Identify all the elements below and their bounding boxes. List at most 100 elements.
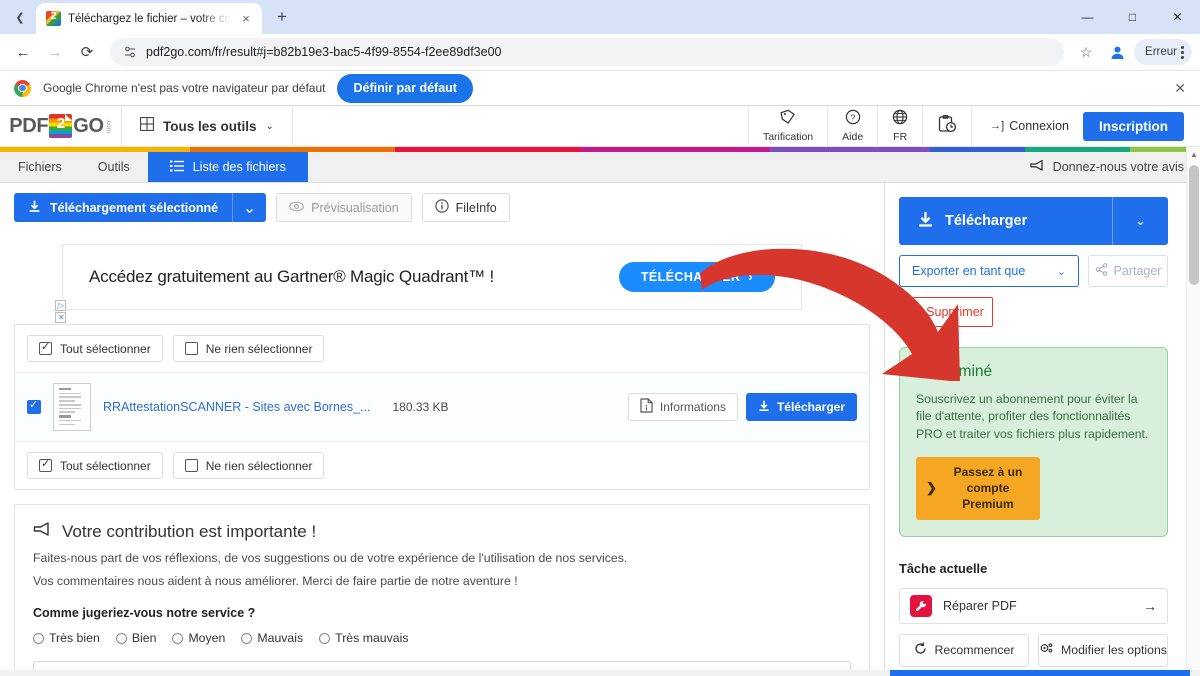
chevron-down-icon: ⌄ <box>265 120 274 132</box>
fileinfo-button[interactable]: FileInfo <box>421 193 510 222</box>
sidebar-download-button[interactable]: Télécharger <box>899 197 1112 245</box>
forward-icon[interactable]: → <box>40 37 70 67</box>
selection-row-top: Tout sélectionner Ne rien sélectionner <box>15 325 869 372</box>
tab-close-icon[interactable]: × <box>238 11 254 27</box>
error-chip[interactable]: Erreur <box>1134 39 1192 65</box>
browser-tab[interactable]: Téléchargez le fichier – votre co × <box>36 3 262 34</box>
share-button[interactable]: Partager <box>1088 255 1168 287</box>
page-scrollbar[interactable]: ▲ <box>1186 147 1200 676</box>
rainbow-segment <box>770 147 930 152</box>
file-thumbnail <box>53 383 91 431</box>
advertisement-banner[interactable]: Accédez gratuitement au Gartner® Magic Q… <box>55 244 802 323</box>
check-icon: ✔ <box>916 363 929 380</box>
bookmark-star-icon[interactable]: ☆ <box>1072 38 1100 66</box>
window-minimize-button[interactable]: — <box>1065 0 1110 34</box>
select-all-button-bottom[interactable]: Tout sélectionner <box>27 452 163 479</box>
new-tab-button[interactable]: + <box>268 3 296 31</box>
feedback-title: Votre contribution est importante ! <box>62 521 317 541</box>
select-all-label: Tout sélectionner <box>60 341 151 356</box>
tab-title: Téléchargez le fichier – votre co <box>68 12 231 25</box>
globe-icon <box>892 109 908 130</box>
download-selected-button[interactable]: Téléchargement sélectionné <box>14 193 233 222</box>
profile-avatar[interactable] <box>1103 38 1131 66</box>
reload-icon[interactable]: ⟳ <box>72 37 102 67</box>
download-selected-label: Téléchargement sélectionné <box>50 200 219 215</box>
file-download-button[interactable]: Télécharger <box>745 393 857 421</box>
sidebar-download-caret-icon[interactable]: ⌄ <box>1112 197 1168 245</box>
window-controls: — □ ✕ <box>1065 0 1200 34</box>
upgrade-premium-button[interactable]: ❯ Passez à un compte Premium <box>916 456 1040 520</box>
header-item-help[interactable]: ? Aide <box>827 106 877 147</box>
radio-icon[interactable] <box>241 632 253 644</box>
radio-icon[interactable] <box>33 632 44 644</box>
preview-button[interactable]: Prévisualisation <box>276 193 412 222</box>
radio-icon[interactable] <box>115 632 127 644</box>
window-close-button[interactable]: ✕ <box>1155 0 1200 34</box>
logo-mark-2: 2 <box>49 114 73 138</box>
sidebar-download-split-button[interactable]: Télécharger ⌄ <box>899 197 1168 245</box>
feedback-card: Votre contribution est importante ! Fait… <box>14 504 870 676</box>
login-button[interactable]: →] Connexion <box>990 119 1069 133</box>
file-name[interactable]: RRAttestationSCANNER - Sites avec Bornes… <box>103 400 370 414</box>
header-item-history[interactable] <box>922 106 971 147</box>
file-info-button[interactable]: Informations <box>627 393 738 421</box>
header-item-pricing[interactable]: Tarification <box>747 106 827 147</box>
subnav-item-file-list[interactable]: Liste des fichiers <box>147 152 308 182</box>
window-maximize-button[interactable]: □ <box>1110 0 1155 34</box>
restart-button[interactable]: Recommencer <box>899 633 1029 667</box>
ad-download-button[interactable]: TÉLÉCHARGER › <box>618 262 775 292</box>
rating-option[interactable]: Moyen <box>172 631 225 645</box>
checkbox-checked-icon <box>39 457 52 472</box>
infobar-close-icon[interactable]: ✕ <box>1174 80 1186 97</box>
current-task-button[interactable]: Réparer PDF → <box>899 587 1168 624</box>
sub-navigation: Fichiers Outils Liste des fichiers Donne… <box>0 152 1200 183</box>
subnav-item-outils[interactable]: Outils <box>80 152 148 182</box>
preview-label: Prévisualisation <box>311 200 399 215</box>
scroll-up-arrow-icon[interactable]: ▲ <box>1190 150 1198 159</box>
back-icon[interactable]: ← <box>8 37 38 67</box>
site-logo[interactable]: PDF 2 GO .com <box>0 106 122 147</box>
rating-option[interactable]: Bien <box>115 631 156 645</box>
delete-button[interactable]: Supprimer <box>899 297 993 327</box>
select-all-button-top[interactable]: Tout sélectionner <box>27 335 163 362</box>
rating-option[interactable]: Très mauvais <box>319 631 409 645</box>
download-selected-caret-icon[interactable]: ⌄ <box>232 193 267 222</box>
rainbow-segment <box>580 147 770 152</box>
default-browser-infobar: Google Chrome n'est pas votre navigateur… <box>0 70 1200 106</box>
chevron-down-icon: ⌄ <box>1056 265 1066 278</box>
page-scrollbar-thumb[interactable] <box>1189 165 1199 285</box>
selection-row-bottom: Tout sélectionner Ne rien sélectionner <box>15 442 869 489</box>
signup-button[interactable]: Inscription <box>1082 111 1184 141</box>
site-settings-icon[interactable] <box>122 45 137 60</box>
download-selected-split-button[interactable]: Téléchargement sélectionné ⌄ <box>14 193 267 222</box>
header-item-language[interactable]: FR <box>877 106 922 147</box>
share-icon <box>1095 263 1108 279</box>
rating-option[interactable]: Mauvais <box>241 631 303 645</box>
export-as-dropdown[interactable]: Exporter en tant que ⌄ <box>899 255 1079 287</box>
file-info-label: Informations <box>659 400 726 414</box>
eye-icon <box>289 201 305 215</box>
ad-choices-marks[interactable]: ▷ ✕ <box>55 300 66 323</box>
modify-options-button[interactable]: Modifier les options <box>1038 633 1168 667</box>
select-none-button-top[interactable]: Ne rien sélectionner <box>172 335 325 362</box>
radio-icon[interactable] <box>319 632 331 644</box>
rainbow-segment <box>930 147 1025 152</box>
subnav-item-fichiers[interactable]: Fichiers <box>0 152 80 182</box>
file-row-checkbox[interactable] <box>27 398 41 414</box>
modify-options-label: Modifier les options <box>1061 643 1167 658</box>
address-bar[interactable]: pdf2go.com/fr/result#j=b82b19e3-bac5-4f9… <box>110 38 1065 66</box>
feedback-rating-options: Très bien Bien Moyen Mauvais Très mauvai… <box>33 631 851 645</box>
give-feedback-link[interactable]: Donnez-nous votre avis <box>1030 152 1200 182</box>
all-tools-menu[interactable]: Tous les outils ⌄ <box>122 106 293 147</box>
set-default-button[interactable]: Définir par défaut <box>337 73 473 103</box>
megaphone-icon <box>33 521 52 542</box>
download-icon <box>758 400 770 415</box>
toolbar-right-cluster: ☆ Erreur <box>1072 38 1192 66</box>
tab-search-chevron-icon[interactable]: ❮ <box>6 3 34 31</box>
select-none-button-bottom[interactable]: Ne rien sélectionner <box>172 452 325 479</box>
chrome-menu-icon[interactable] <box>1181 45 1184 59</box>
rating-option[interactable]: Très bien <box>33 631 100 645</box>
feedback-question: Comme jugeriez-vous notre service ? <box>33 606 256 620</box>
table-row[interactable]: RRAttestationSCANNER - Sites avec Bornes… <box>15 372 869 442</box>
radio-icon[interactable] <box>172 632 184 644</box>
